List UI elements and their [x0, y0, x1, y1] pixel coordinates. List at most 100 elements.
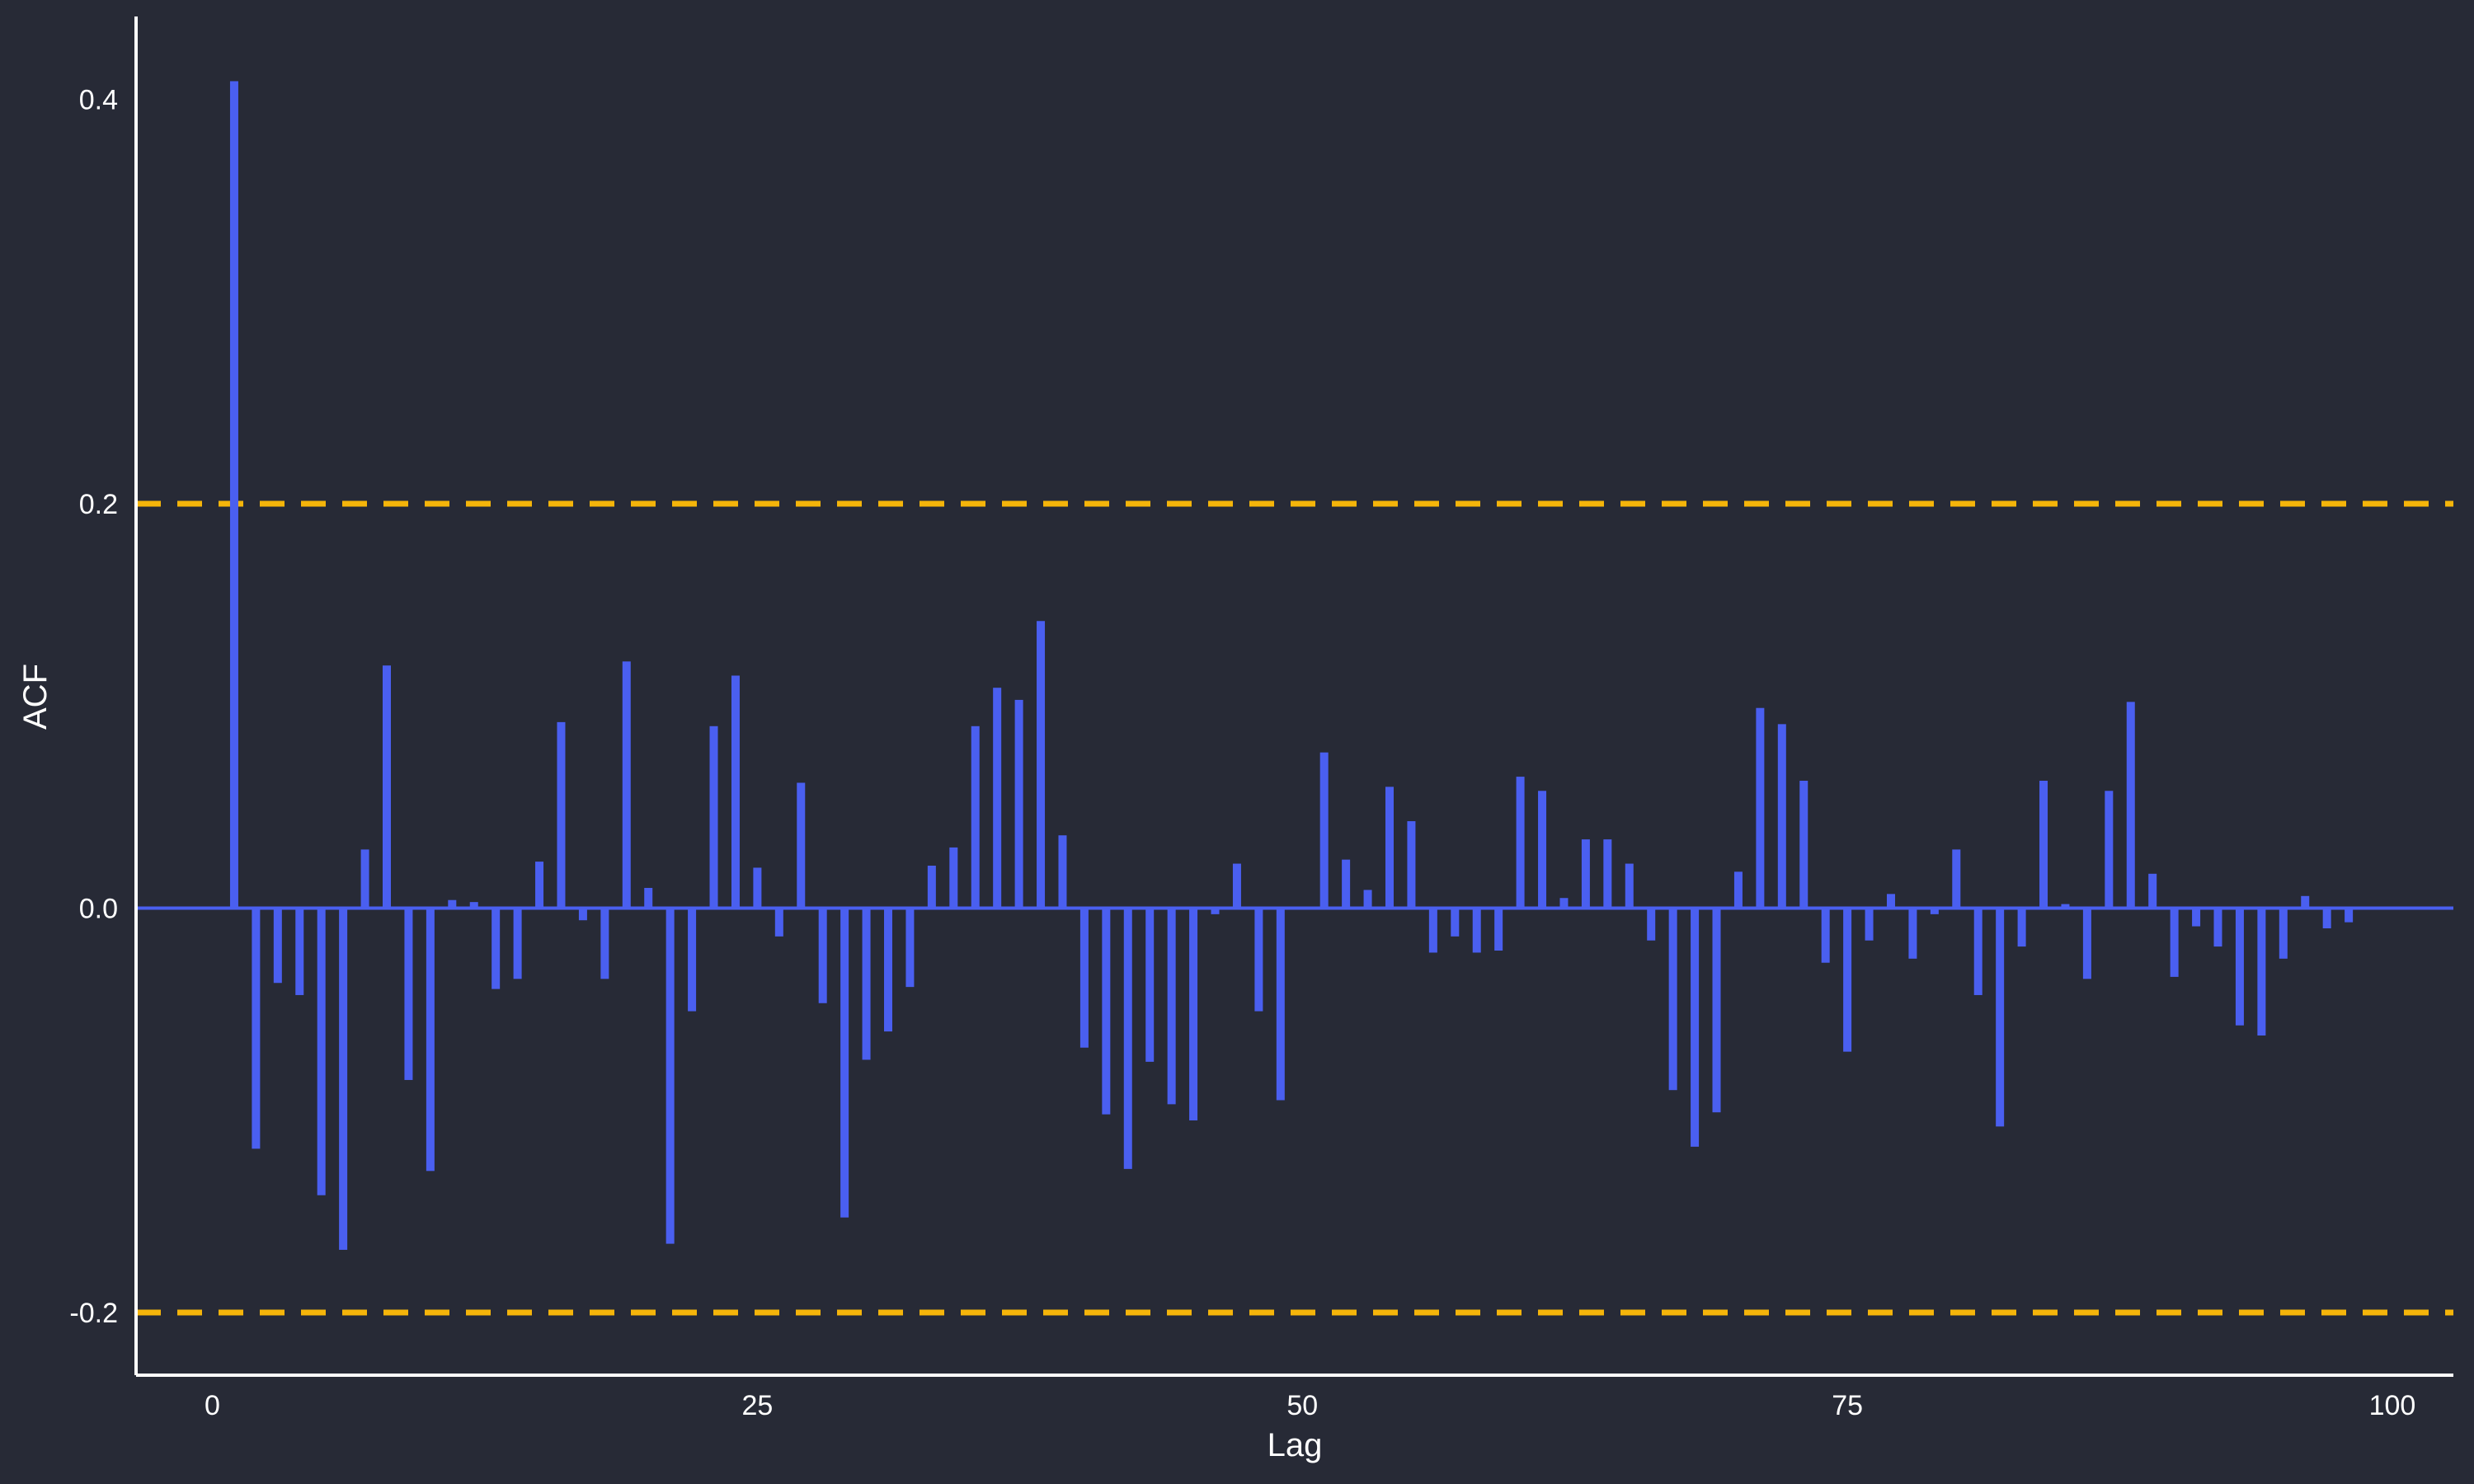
acf-bar-lag-98: [2345, 908, 2354, 923]
acf-bar-lag-14: [513, 908, 522, 979]
acf-bar-lag-77: [1886, 894, 1895, 909]
chart-background: [0, 0, 2474, 1484]
acf-bar-lag-90: [2170, 908, 2179, 977]
acf-bar-lag-35: [971, 726, 980, 909]
x-tick-label: 0: [205, 1390, 220, 1421]
acf-bar-lag-69: [1712, 908, 1721, 1113]
acf-bar-lag-52: [1342, 859, 1351, 909]
acf-bar-lag-78: [1908, 908, 1917, 959]
acf-bar-lag-22: [688, 908, 697, 1012]
acf-bar-lag-66: [1647, 908, 1656, 941]
acf-bar-lag-95: [2279, 908, 2288, 959]
acf-bar-lag-41: [1102, 908, 1111, 1115]
acf-bar-lag-19: [622, 661, 631, 909]
acf-bar-lag-94: [2257, 908, 2266, 1036]
acf-bar-lag-15: [535, 862, 544, 909]
acf-chart: 0 25 50 75 100 -0.2 0.0 0.2 0.4 Lag ACF: [0, 0, 2474, 1484]
acf-bar-lag-9: [404, 908, 413, 1080]
acf-bar-lag-84: [2039, 781, 2048, 909]
acf-bar-lag-1: [229, 81, 238, 909]
acf-bar-lag-6: [339, 908, 348, 1250]
acf-bar-lag-60: [1516, 777, 1525, 909]
y-axis-label: ACF: [17, 664, 54, 730]
acf-bar-lag-83: [2017, 908, 2026, 947]
acf-bar-lag-82: [1996, 908, 2005, 1127]
acf-bar-lag-71: [1756, 707, 1765, 909]
acf-bar-lag-74: [1821, 908, 1830, 963]
acf-bar-lag-87: [2105, 791, 2114, 909]
acf-bar-lag-33: [927, 866, 936, 909]
acf-bar-lag-16: [557, 721, 566, 909]
acf-bar-lag-44: [1167, 908, 1176, 1105]
x-tick-label: 25: [741, 1390, 773, 1421]
acf-bar-lag-2: [252, 908, 261, 1149]
acf-bar-lag-42: [1123, 908, 1132, 1169]
acf-bar-lag-89: [2148, 873, 2157, 909]
acf-bar-lag-10: [426, 908, 435, 1172]
acf-bar-lag-57: [1451, 908, 1460, 937]
acf-bar-lag-93: [2235, 908, 2244, 1026]
acf-bar-lag-32: [905, 908, 915, 988]
acf-bar-lag-38: [1037, 621, 1046, 909]
acf-bar-lag-67: [1668, 908, 1677, 1091]
acf-bar-lag-7: [360, 849, 369, 909]
acf-bar-lag-55: [1407, 821, 1416, 909]
acf-bar-lag-68: [1691, 908, 1700, 1147]
acf-bar-lag-17: [578, 908, 587, 921]
acf-bar-lag-53: [1363, 890, 1372, 909]
acf-bar-lag-40: [1079, 908, 1089, 1048]
acf-bar-lag-63: [1581, 839, 1590, 909]
acf-bar-lag-75: [1843, 908, 1852, 1052]
acf-bar-lag-92: [2213, 908, 2222, 947]
acf-bar-lag-24: [731, 675, 740, 909]
y-tick-label: 0.2: [79, 489, 118, 520]
x-tick-label: 100: [2369, 1390, 2416, 1421]
acf-bar-lag-96: [2301, 895, 2310, 909]
acf-bar-lag-39: [1058, 835, 1067, 909]
acf-bar-lag-51: [1319, 752, 1329, 909]
acf-bar-lag-13: [492, 908, 501, 989]
y-tick-label: 0.0: [79, 894, 118, 925]
acf-bar-lag-70: [1733, 871, 1743, 909]
acf-bar-lag-31: [883, 908, 892, 1032]
acf-bar-lag-8: [382, 665, 391, 909]
acf-bar-lag-27: [797, 782, 806, 909]
y-tick-label: 0.4: [79, 85, 118, 116]
y-tick-label: -0.2: [69, 1298, 118, 1329]
acf-bar-lag-97: [2322, 908, 2331, 929]
acf-bar-lag-18: [600, 908, 609, 979]
acf-bar-lag-36: [993, 688, 1002, 909]
acf-bar-lag-59: [1494, 908, 1503, 951]
acf-bar-lag-47: [1232, 863, 1241, 909]
x-tick-label: 50: [1286, 1390, 1318, 1421]
acf-bar-lag-30: [862, 908, 871, 1060]
acf-bar-lag-54: [1385, 787, 1394, 909]
acf-bar-lag-73: [1799, 781, 1808, 909]
acf-bar-lag-58: [1472, 908, 1481, 953]
x-axis-label: Lag: [1268, 1427, 1323, 1463]
acf-bar-lag-72: [1777, 724, 1786, 909]
acf-bar-lag-37: [1014, 699, 1023, 909]
acf-bar-lag-23: [709, 726, 718, 909]
x-tick-label: 75: [1832, 1390, 1863, 1421]
acf-bar-lag-56: [1428, 908, 1437, 953]
acf-bar-lag-20: [644, 887, 653, 909]
acf-bar-lag-26: [774, 908, 783, 937]
acf-bar-lag-48: [1254, 908, 1263, 1012]
acf-bar-lag-34: [949, 847, 958, 909]
acf-bar-lag-81: [1973, 908, 1982, 995]
acf-bar-lag-80: [1952, 849, 1961, 909]
acf-bar-lag-61: [1538, 791, 1547, 909]
acf-bar-lag-3: [273, 908, 282, 984]
acf-bar-lag-49: [1276, 908, 1285, 1101]
acf-bar-lag-76: [1865, 908, 1874, 941]
acf-bar-lag-86: [2082, 908, 2091, 979]
acf-bar-lag-4: [295, 908, 304, 995]
acf-bar-lag-25: [753, 867, 762, 909]
acf-bar-lag-65: [1625, 863, 1634, 909]
acf-bar-lag-43: [1145, 908, 1155, 1062]
acf-bar-lag-5: [317, 908, 326, 1195]
acf-bar-lag-91: [2192, 908, 2201, 927]
acf-bar-lag-45: [1189, 908, 1198, 1120]
acf-bar-lag-21: [666, 908, 675, 1244]
